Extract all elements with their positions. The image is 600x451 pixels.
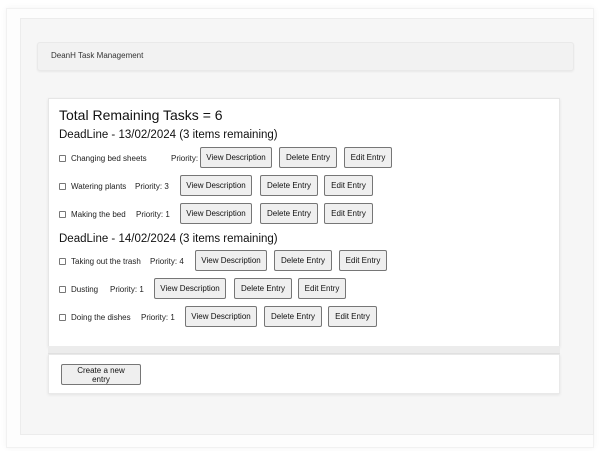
view-description-button[interactable]: View Description	[200, 147, 272, 168]
task-row: Watering plants Priority: 3 View Descrip…	[59, 175, 379, 197]
task-checkbox[interactable]	[59, 286, 66, 293]
header-bar: DeanH Task Management	[37, 42, 574, 71]
task-checkbox[interactable]	[59, 314, 66, 321]
task-name: Taking out the trash	[71, 256, 141, 266]
task-priority: Priority: 3	[135, 181, 169, 191]
edit-entry-button[interactable]: Edit Entry	[324, 175, 373, 196]
deadline-heading: DeadLine - 13/02/2024 (3 items remaining…	[59, 129, 278, 141]
delete-entry-button[interactable]: Delete Entry	[260, 175, 318, 196]
task-row: Making the bed Priority: 1 View Descript…	[59, 203, 379, 225]
delete-entry-button[interactable]: Delete Entry	[234, 278, 292, 299]
delete-entry-button[interactable]: Delete Entry	[279, 147, 337, 168]
delete-entry-button[interactable]: Delete Entry	[260, 203, 318, 224]
task-priority: Priority: 1	[136, 209, 170, 219]
edit-entry-button[interactable]: Edit Entry	[339, 250, 387, 271]
task-row: Dusting Priority: 1 View Description Del…	[59, 278, 359, 300]
task-row: Changing bed sheets Priority: 4 View Des…	[59, 147, 399, 169]
edit-entry-button[interactable]: Edit Entry	[328, 306, 377, 327]
view-description-button[interactable]: View Description	[154, 278, 226, 299]
task-row: Doing the dishes Priority: 1 View Descri…	[59, 306, 389, 328]
task-name: Watering plants	[71, 181, 127, 191]
view-description-button[interactable]: View Description	[180, 203, 252, 224]
app-title: DeanH Task Management	[51, 51, 144, 60]
task-name: Making the bed	[71, 209, 126, 219]
view-description-button[interactable]: View Description	[180, 175, 252, 196]
task-name: Doing the dishes	[71, 312, 131, 322]
edit-entry-button[interactable]: Edit Entry	[298, 278, 346, 299]
deadline-heading: DeadLine - 14/02/2024 (3 items remaining…	[59, 233, 278, 245]
task-name: Changing bed sheets	[71, 153, 147, 163]
task-priority: Priority: 4	[150, 256, 184, 266]
delete-entry-button[interactable]: Delete Entry	[264, 306, 322, 327]
edit-entry-button[interactable]: Edit Entry	[344, 147, 392, 168]
panel-divider	[48, 346, 560, 354]
create-new-entry-button[interactable]: Create a new entry	[61, 364, 141, 385]
delete-entry-button[interactable]: Delete Entry	[274, 250, 332, 271]
task-priority: Priority: 1	[141, 312, 175, 322]
view-description-button[interactable]: View Description	[195, 250, 267, 271]
task-name: Dusting	[71, 284, 99, 294]
view-description-button[interactable]: View Description	[185, 306, 257, 327]
total-remaining-tasks: Total Remaining Tasks = 6	[59, 107, 223, 123]
task-checkbox[interactable]	[59, 211, 66, 218]
create-entry-section: Create a new entry	[48, 354, 560, 394]
task-priority: Priority: 1	[110, 284, 144, 294]
edit-entry-button[interactable]: Edit Entry	[324, 203, 373, 224]
task-checkbox[interactable]	[59, 155, 66, 162]
task-checkbox[interactable]	[59, 183, 66, 190]
task-checkbox[interactable]	[59, 258, 66, 265]
task-row: Taking out the trash Priority: 4 View De…	[59, 250, 399, 272]
